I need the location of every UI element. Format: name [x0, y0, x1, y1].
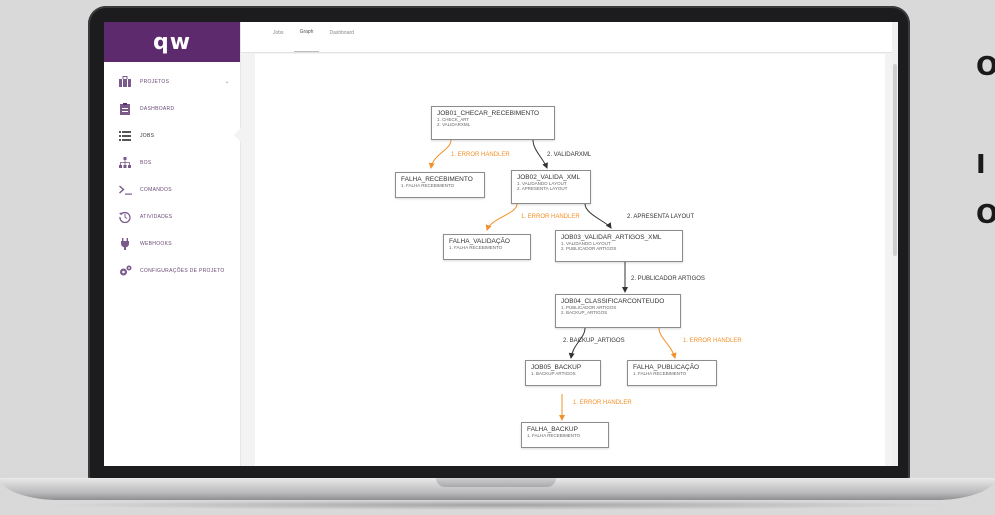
graph-node-falha-recebimento[interactable]: FALHA_RECEBIMENTO 1. FALHA RECEBIMENTO: [395, 172, 485, 198]
sidebar-item-label: DASHBOARD: [140, 105, 175, 112]
node-title: FALHA_BACKUP: [527, 426, 578, 433]
sidebar-item-atividades[interactable]: ATIVIDADES: [104, 203, 240, 230]
edge-job02-job03: [584, 203, 612, 229]
node-step: 2. VALIDARXML: [437, 122, 471, 127]
scrollbar-thumb[interactable]: [893, 64, 897, 256]
node-step: 1. FALHA RECEBIMENTO: [527, 433, 581, 438]
sidebar-item-webhooks[interactable]: WEBHOOKS: [104, 230, 240, 257]
graph-node-job03[interactable]: JOB03_VALIDAR_ARTIGOS_XML 1. VALIDANDO L…: [555, 230, 683, 262]
graph-node-falha-publicacao[interactable]: FALHA_PUBLICAÇÃO 1. FALHA RECEBIMENTO: [627, 360, 717, 386]
side-text-line2: I: [976, 150, 986, 180]
history-icon: [118, 210, 132, 224]
node-title: FALHA_RECEBIMENTO: [401, 176, 473, 183]
sidebar-item-label: COMANDOS: [140, 186, 172, 193]
edge-job02-falha-validacao: [485, 203, 518, 231]
node-title: JOB02_VALIDA_XML: [517, 174, 581, 181]
edge-label: 2. PUBLICADOR ARTIGOS: [631, 276, 705, 282]
edge-label: 1. ERROR HANDLER: [521, 214, 580, 220]
tab-dashboard[interactable]: Dashboard: [323, 30, 359, 52]
sidebar-item-label: CONFIGURAÇÕES DE PROJETO: [140, 267, 225, 274]
graph-node-falha-backup[interactable]: FALHA_BACKUP 1. FALHA RECEBIMENTO: [521, 422, 609, 448]
node-title: JOB01_CHECAR_RECEBIMENTO: [437, 110, 540, 117]
edge-label: 1. ERROR HANDLER: [573, 400, 632, 406]
graph-node-job02[interactable]: JOB02_VALIDA_XML 1. VALIDANDO LAYOUT 2. …: [511, 170, 591, 204]
node-step: 1. FALHA RECEBIMENTO: [449, 245, 503, 250]
list-icon: [118, 129, 132, 143]
plug-icon: [118, 237, 132, 251]
graph-node-falha-validacao[interactable]: FALHA_VALIDAÇÃO 1. FALHA RECEBIMENTO: [443, 234, 531, 260]
job-graph-canvas: JOB01_CHECAR_RECEBIMENTO 1. CHECK_ART 2.…: [255, 54, 885, 466]
sidebar-item-label: ATIVIDADES: [140, 213, 173, 220]
side-text-line1: O: [976, 52, 995, 82]
node-title: FALHA_PUBLICAÇÃO: [633, 364, 700, 371]
cogs-icon: [118, 264, 132, 278]
main-content: Jobs Graph Dashboard JOB01_CHECAR_RECEBI…: [241, 22, 898, 466]
edge-label: 2. APRESENTA LAYOUT: [627, 214, 695, 220]
edge-job04-falha-publicacao: [658, 327, 677, 359]
node-step: 2. BACKUP_ARTIGOS: [561, 310, 608, 315]
laptop-notch: [436, 478, 556, 487]
sidebar: qw PROJETOS ⌄ DASHBOARD JOBS BOS COMANDO…: [104, 22, 241, 466]
laptop-shadow: [40, 500, 955, 510]
side-text-line3: O: [976, 200, 995, 230]
terminal-icon: [118, 183, 132, 197]
graph-node-job04[interactable]: JOB04_CLASSIFICARCONTEUDO 1. PUBLICADOR …: [555, 294, 681, 328]
laptop-screen: qw PROJETOS ⌄ DASHBOARD JOBS BOS COMANDO…: [104, 22, 898, 466]
tab-graph[interactable]: Graph: [293, 29, 320, 52]
briefcase-icon: [118, 75, 132, 89]
sidebar-item-label: PROJETOS: [140, 78, 170, 85]
sidebar-item-jobs[interactable]: JOBS: [104, 122, 241, 149]
logo-area[interactable]: qw: [104, 22, 240, 62]
node-step: 1. BACKUP ARTIGOS: [531, 371, 576, 376]
sidebar-item-projetos[interactable]: PROJETOS ⌄: [104, 68, 240, 95]
edge-job01-falha-recebimento: [428, 139, 452, 169]
vertical-scrollbar[interactable]: [892, 22, 898, 466]
node-title: FALHA_VALIDAÇÃO: [449, 238, 510, 245]
node-step: 1. FALHA RECEBIMENTO: [401, 183, 455, 188]
sidebar-item-dashboard[interactable]: DASHBOARD: [104, 95, 240, 122]
sidebar-item-configuracoes[interactable]: CONFIGURAÇÕES DE PROJETO: [104, 257, 240, 284]
sidebar-item-bos[interactable]: BOS: [104, 149, 240, 176]
sitemap-icon: [118, 156, 132, 170]
tab-jobs[interactable]: Jobs: [267, 30, 290, 52]
sidebar-item-label: BOS: [140, 159, 152, 166]
sidebar-nav: PROJETOS ⌄ DASHBOARD JOBS BOS COMANDOS A…: [104, 62, 241, 284]
tabs-bar: Jobs Graph Dashboard: [241, 22, 898, 53]
edge-label: 2. VALIDARXML: [547, 152, 592, 158]
edge-label: 1. ERROR HANDLER: [451, 152, 510, 158]
node-title: JOB05_BACKUP: [531, 364, 582, 371]
chevron-down-icon[interactable]: ⌄: [225, 78, 230, 85]
edge-label: 1. ERROR HANDLER: [683, 338, 742, 344]
node-step: 1. FALHA RECEBIMENTO: [633, 371, 687, 376]
clipboard-icon: [118, 102, 132, 116]
edge-label: 2. BACKUP_ARTIGOS: [563, 338, 625, 344]
app-logo: qw: [152, 29, 192, 55]
node-title: JOB03_VALIDAR_ARTIGOS_XML: [561, 234, 662, 241]
node-step: 2. APRESENTA LAYOUT: [517, 186, 568, 191]
sidebar-item-comandos[interactable]: COMANDOS: [104, 176, 240, 203]
sidebar-item-label: JOBS: [140, 132, 155, 139]
sidebar-item-label: WEBHOOKS: [140, 240, 172, 247]
graph-node-job01[interactable]: JOB01_CHECAR_RECEBIMENTO 1. CHECK_ART 2.…: [431, 106, 555, 140]
node-title: JOB04_CLASSIFICARCONTEUDO: [561, 298, 665, 305]
graph-node-job05[interactable]: JOB05_BACKUP 1. BACKUP ARTIGOS: [525, 360, 601, 386]
edge-job01-job02: [532, 139, 548, 169]
node-step: 2. PUBLICADOR ARTIGOS: [561, 246, 617, 251]
